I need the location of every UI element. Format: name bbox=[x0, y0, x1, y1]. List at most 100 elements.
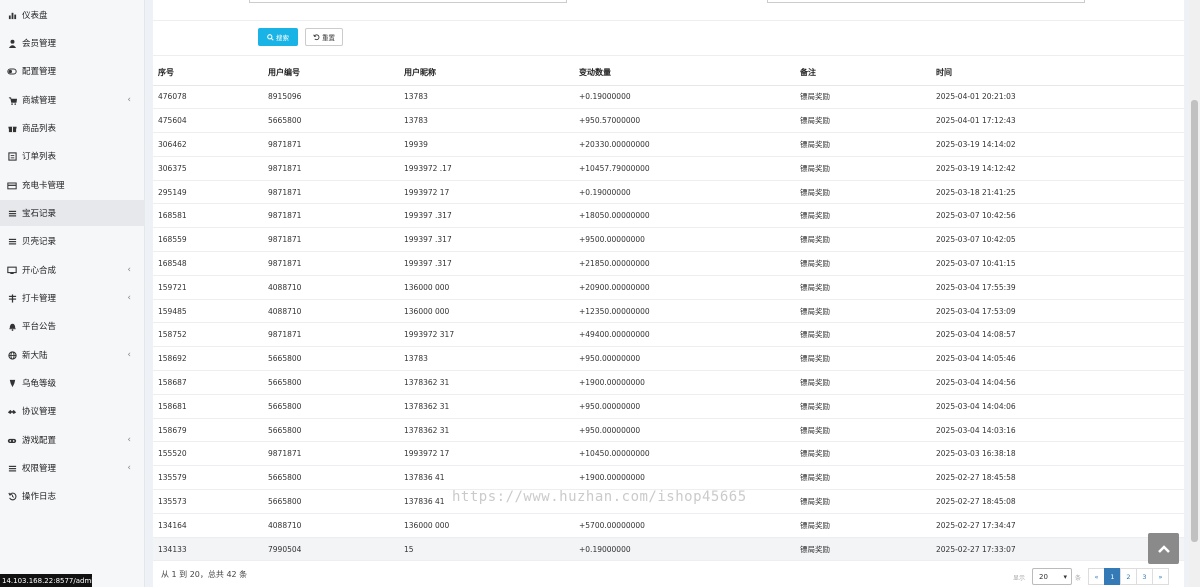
table-row[interactable]: 158687 5665800 1378362 31 +1900.00000000 镖局奖… bbox=[153, 370, 1184, 395]
table-row[interactable]: 158681 5665800 1378362 31 +950.00000000 镖局奖励… bbox=[153, 394, 1184, 419]
page-button[interactable]: 3 bbox=[1136, 568, 1153, 585]
table-cell: 2025-04-01 20:21:03 bbox=[931, 85, 1184, 110]
table-row[interactable]: 306375 9871871 1993972 .17 +10457.79000000 镖… bbox=[153, 156, 1184, 181]
table-row[interactable]: 475604 5665800 13783 +950.57000000 镖局奖励 2025-… bbox=[153, 108, 1184, 134]
table-cell: 7990504 bbox=[263, 537, 399, 562]
bell-icon bbox=[7, 321, 17, 331]
sidebar-item[interactable]: 打卡管理 ‹ bbox=[0, 285, 145, 311]
table-cell: 2025-03-19 14:14:02 bbox=[931, 132, 1184, 157]
page-button[interactable]: 1 bbox=[1104, 568, 1121, 585]
table-cell: 5665800 bbox=[263, 370, 399, 395]
column-header[interactable]: 序号 bbox=[153, 60, 263, 86]
table-row[interactable]: 134164 4088710 136000 000 +5700.00000000 镖局奖… bbox=[153, 513, 1184, 538]
table-row[interactable]: 158752 9871871 1993972 317 +49400.00000000 镖… bbox=[153, 322, 1184, 348]
table-cell: 5665800 bbox=[263, 465, 399, 491]
table-cell: 4088710 bbox=[263, 275, 399, 300]
card-icon bbox=[7, 180, 17, 190]
sidebar-item-label: 会员管理 bbox=[22, 39, 57, 49]
sidebar-item[interactable]: 订单列表 bbox=[0, 143, 145, 169]
sidebar-item[interactable]: 新大陆 ‹ bbox=[0, 342, 145, 368]
toggle-icon bbox=[7, 66, 17, 76]
sidebar-item[interactable]: 商品列表 bbox=[0, 115, 145, 141]
scrollbar[interactable] bbox=[1189, 0, 1200, 587]
reset-button[interactable]: 重置 bbox=[305, 28, 343, 46]
table-cell: 镖局奖励 bbox=[795, 394, 931, 419]
table-cell: +1900.00000000 bbox=[574, 370, 795, 395]
column-header[interactable]: 用户昵称 bbox=[399, 60, 574, 86]
table-row[interactable]: 159485 4088710 136000 000 +12350.00000000 镖局… bbox=[153, 299, 1184, 324]
filter-input-right[interactable] bbox=[767, 0, 1085, 3]
table-row[interactable]: 168581 9871871 199397 .317 +18050.00000000 镖… bbox=[153, 203, 1184, 229]
page-button[interactable]: « bbox=[1088, 568, 1105, 585]
table-cell: +20330.00000000 bbox=[574, 132, 795, 157]
scrollbar-thumb[interactable] bbox=[1191, 100, 1198, 542]
table-cell: 2025-03-04 14:03:16 bbox=[931, 418, 1184, 443]
sidebar-item-label: 乌龟等级 bbox=[22, 379, 57, 389]
table-row[interactable]: 295149 9871871 1993972 17 +0.19000000 镖局奖励 20… bbox=[153, 180, 1184, 205]
sidebar-item[interactable]: 协议管理 bbox=[0, 398, 145, 424]
watermark: https://www.huzhan.com/ishop45665 bbox=[452, 489, 747, 505]
sidebar-item[interactable]: 乌龟等级 bbox=[0, 370, 145, 396]
table-cell: 295149 bbox=[153, 180, 263, 205]
page-button[interactable]: 2 bbox=[1120, 568, 1137, 585]
chevron-left-icon: ‹ bbox=[127, 265, 131, 275]
table-row[interactable]: 134133 7990504 15 +0.19000000 镖局奖励 2025-02-27… bbox=[153, 537, 1184, 562]
sidebar-item[interactable]: 充电卡管理 bbox=[0, 172, 145, 198]
handshake-icon bbox=[7, 406, 17, 416]
sidebar-item-label: 新大陆 bbox=[22, 351, 48, 361]
table-row[interactable]: 168559 9871871 199397 .317 +9500.00000000 镖局… bbox=[153, 227, 1184, 253]
bars-icon bbox=[7, 463, 17, 473]
table-cell: 镖局奖励 bbox=[795, 85, 931, 110]
search-button[interactable]: 搜索 bbox=[258, 28, 298, 46]
table-cell: 2025-03-04 14:05:46 bbox=[931, 346, 1184, 372]
sidebar-item-label: 游戏配置 bbox=[22, 436, 57, 446]
column-header[interactable]: 备注 bbox=[795, 60, 931, 86]
table-cell: 9871871 bbox=[263, 180, 399, 205]
sidebar-item[interactable]: 平台公告 bbox=[0, 313, 145, 339]
table-cell: 2025-03-04 14:04:06 bbox=[931, 394, 1184, 419]
sidebar-item[interactable]: 游戏配置 ‹ bbox=[0, 427, 145, 453]
table-cell: 158681 bbox=[153, 394, 263, 419]
table-row[interactable]: 135579 5665800 137836 41 +1900.00000000 镖局奖励… bbox=[153, 465, 1184, 491]
reset-button-label: 重置 bbox=[322, 34, 335, 42]
page-button[interactable]: » bbox=[1152, 568, 1169, 585]
table-row[interactable]: 158692 5665800 13783 +950.00000000 镖局奖励 2025-… bbox=[153, 346, 1184, 372]
table-cell: 168548 bbox=[153, 251, 263, 276]
sidebar-item[interactable]: 权限管理 ‹ bbox=[0, 455, 145, 481]
table-cell: 199397 .317 bbox=[399, 251, 574, 276]
table-row[interactable]: 158679 5665800 1378362 31 +950.00000000 镖局奖励… bbox=[153, 418, 1184, 443]
sidebar-item[interactable]: 仪表盘 bbox=[0, 2, 145, 28]
sidebar-item[interactable]: 宝石记录 bbox=[0, 200, 145, 226]
back-to-top-button[interactable] bbox=[1148, 533, 1179, 564]
column-header[interactable]: 用户编号 bbox=[263, 60, 399, 86]
column-header[interactable]: 变动数量 bbox=[574, 60, 795, 86]
table-row[interactable]: 476078 8915096 13783 +0.19000000 镖局奖励 2025-04… bbox=[153, 85, 1184, 110]
table-row[interactable]: 168548 9871871 199397 .317 +21850.00000000 镖… bbox=[153, 251, 1184, 276]
table-cell: 134164 bbox=[153, 513, 263, 538]
table-cell: +0.19000000 bbox=[574, 85, 795, 110]
sidebar-item[interactable]: 会员管理 bbox=[0, 30, 145, 56]
sidebar-item[interactable]: 配置管理 bbox=[0, 58, 145, 84]
turtle-icon bbox=[7, 378, 17, 388]
sidebar-item[interactable]: 商城管理 ‹ bbox=[0, 87, 145, 113]
table-cell: 306462 bbox=[153, 132, 263, 157]
column-header[interactable]: 时间 bbox=[931, 60, 1184, 86]
page-size-select[interactable]: 20 ▾ bbox=[1032, 568, 1072, 585]
chevron-left-icon: ‹ bbox=[127, 435, 131, 445]
table-cell: 5665800 bbox=[263, 108, 399, 134]
table-cell: 158687 bbox=[153, 370, 263, 395]
chevron-left-icon: ‹ bbox=[127, 95, 131, 105]
sidebar-item-label: 权限管理 bbox=[22, 464, 57, 474]
sidebar-item-label: 协议管理 bbox=[22, 407, 57, 417]
table-cell: 4088710 bbox=[263, 513, 399, 538]
table-row[interactable]: 306462 9871871 19939 +20330.00000000 镖局奖励 202… bbox=[153, 132, 1184, 157]
table-cell: 2025-02-27 17:34:47 bbox=[931, 513, 1184, 538]
sidebar-item[interactable]: 操作日志 bbox=[0, 483, 145, 509]
sidebar-item[interactable]: 开心合成 ‹ bbox=[0, 257, 145, 283]
table-row[interactable]: 159721 4088710 136000 000 +20900.00000000 镖局… bbox=[153, 275, 1184, 300]
cart-icon bbox=[7, 95, 17, 105]
sidebar-item[interactable]: 贝壳记录 bbox=[0, 228, 145, 254]
filter-input-left[interactable] bbox=[249, 0, 567, 3]
table-row[interactable]: 155520 9871871 1993972 17 +10450.00000000 镖局… bbox=[153, 441, 1184, 467]
table-cell: 2025-03-07 10:41:15 bbox=[931, 251, 1184, 276]
